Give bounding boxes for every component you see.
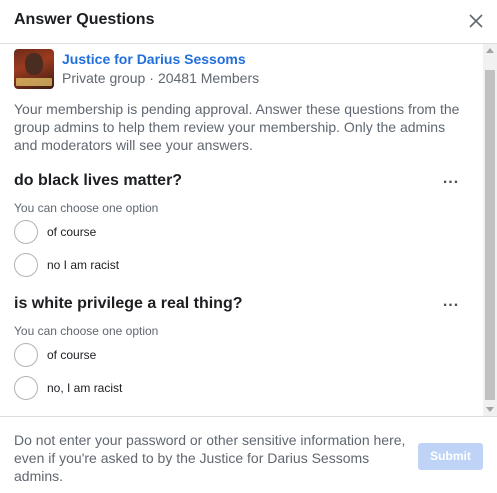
radio-option[interactable]: no, I am racist (14, 376, 314, 400)
vertical-scrollbar[interactable] (483, 44, 497, 416)
group-members: 20481 Members (157, 70, 260, 86)
dialog-body: Justice for Darius Sessoms Private group… (0, 44, 497, 416)
radio-button[interactable] (14, 343, 38, 367)
scroll-up-arrow-icon[interactable] (486, 48, 494, 53)
scrollbar-thumb[interactable] (485, 70, 495, 400)
radio-option[interactable]: of course (14, 220, 314, 244)
question-hint: You can choose one option (14, 324, 159, 338)
dialog-title: Answer Questions (14, 11, 155, 28)
avatar-face (25, 53, 43, 75)
radio-option[interactable]: of course (14, 343, 314, 367)
radio-option[interactable]: no I am racist (14, 253, 314, 277)
radio-button[interactable] (14, 220, 38, 244)
option-label: of course (47, 348, 97, 362)
group-info: Justice for Darius Sessoms Private group… (14, 49, 474, 89)
group-meta: Private group · 20481 Members (62, 70, 259, 86)
group-avatar (14, 49, 54, 89)
dialog-footer: Do not enter your password or other sens… (0, 416, 497, 493)
question-title: is white privilege a real thing? (14, 295, 243, 312)
privacy-note: Do not enter your password or other sens… (14, 432, 406, 484)
avatar-caption (16, 78, 52, 86)
dialog-header: Answer Questions (0, 0, 497, 44)
submit-button[interactable]: Submit (418, 443, 483, 470)
option-label: of course (47, 225, 97, 239)
membership-intro: Your membership is pending approval. Ans… (14, 101, 460, 153)
more-options-icon[interactable]: ... (441, 171, 461, 190)
option-label: no I am racist (47, 258, 120, 272)
group-privacy: Private group (62, 70, 146, 86)
radio-button[interactable] (14, 376, 38, 400)
question-hint: You can choose one option (14, 201, 159, 215)
option-label: no, I am racist (47, 381, 123, 395)
radio-button[interactable] (14, 253, 38, 277)
meta-separator: · (149, 70, 154, 86)
questions-content: Justice for Darius Sessoms Private group… (0, 44, 483, 416)
close-icon[interactable] (465, 10, 487, 32)
more-options-icon[interactable]: ... (441, 294, 461, 313)
scroll-down-arrow-icon[interactable] (486, 407, 494, 412)
group-name-link[interactable]: Justice for Darius Sessoms (62, 51, 246, 67)
question-title: do black lives matter? (14, 172, 183, 189)
